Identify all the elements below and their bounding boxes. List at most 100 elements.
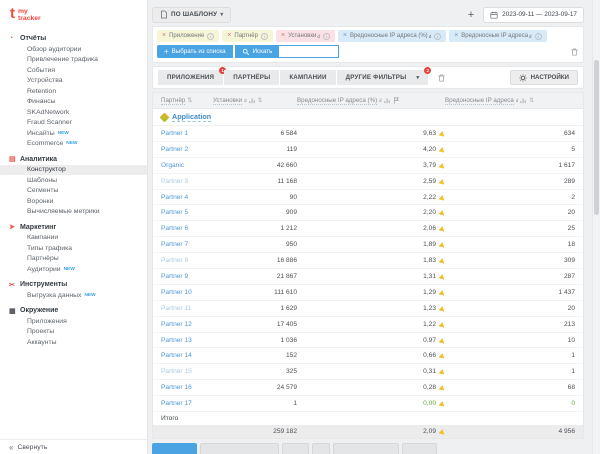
filter-chip-label: Приложение [169,33,204,39]
total-label: Итого [161,415,178,422]
sidebar-item[interactable]: Аудитории new [0,264,147,275]
partner-link[interactable]: Partner 13 [161,337,213,344]
sidebar-item[interactable]: Маркетинг [0,222,147,233]
column-header-partner[interactable]: Партнёр ⇅ [161,97,213,105]
search-button[interactable]: Искать [235,45,280,58]
partner-link[interactable]: Partner 10 [161,289,213,296]
filter-chip[interactable]: × Вредоносные IP адреса (%) d i [338,30,446,42]
sidebar-item[interactable]: Retention [0,86,147,97]
partner-link[interactable]: Partner 3 [161,178,213,185]
partner-link[interactable]: Partner 12 [161,321,213,328]
table-row: Partner 12 17 405 1,22 213 [153,317,583,333]
sidebar-item[interactable]: Воронки [0,196,147,207]
bottom-toolbar-button[interactable] [333,443,399,454]
sidebar-item[interactable]: События [0,65,147,76]
partner-link[interactable]: Partner 2 [161,146,213,153]
column-header-malicious-ip-pct[interactable]: Вредоносные IP адреса (%) d [297,97,445,105]
installs-value: 111 610 [213,289,297,296]
close-icon[interactable]: × [454,33,458,39]
close-icon[interactable]: × [281,33,285,39]
sidebar-item[interactable]: Шаблоны [0,175,147,186]
filter-tab-label: ДРУГИЕ ФИЛЬТРЫ [346,74,407,81]
filter-chip[interactable]: × Установки d i [276,30,335,42]
partner-link[interactable]: Partner 1 [161,130,213,137]
trash-icon[interactable] [570,47,579,56]
bottom-toolbar-button[interactable] [200,443,279,454]
sidebar-item[interactable]: Финансы [0,97,147,108]
collapse-sidebar-button[interactable]: « Свернуть [0,439,147,454]
malicious-ip-value: 10 [445,337,575,344]
partner-link[interactable]: Partner 14 [161,352,213,359]
main-content: ПО ШАБЛОНУ ▾ + 2023-09-11 — 2023-09-17 ×… [152,0,584,454]
bottom-toolbar-button[interactable] [282,443,309,454]
partner-link[interactable]: Partner 11 [161,305,213,312]
scrollbar-thumb[interactable] [594,60,599,215]
sidebar-item[interactable]: Проекты [0,327,147,338]
sidebar-item[interactable]: Партнёры [0,254,147,265]
close-icon[interactable]: × [227,33,231,39]
partner-link[interactable]: Partner 15 [161,368,213,375]
sidebar-item[interactable]: Инструменты [0,280,147,291]
add-widget-button[interactable]: + [468,10,474,20]
column-header-installs[interactable]: Установки d ⇅ [213,97,297,105]
partner-link[interactable]: Partner 8 [161,257,213,264]
sidebar-item[interactable]: Отчёты [0,34,147,45]
partner-link[interactable]: Organic [161,162,213,169]
sidebar-item-label: Финансы [27,98,56,105]
filter-tab[interactable]: ПРИЛОЖЕНИЯ 1 [158,70,223,85]
sidebar-item[interactable]: Окружение [0,306,147,317]
total-row: 259 182 2,09 4 956 [153,425,583,438]
filter-chip[interactable]: × Приложение i [157,30,219,42]
filter-chip[interactable]: × Вредоносные IP адреса d i [449,30,546,42]
filter-tab[interactable]: ДРУГИЕ ФИЛЬТРЫ ▾ 2 [337,70,429,85]
table-row: Partner 5 909 2,20 20 [153,205,583,221]
malicious-ip-pct-cell: 9,63 [297,130,445,137]
filter-tab[interactable]: ПАРТНЁРЫ [224,70,279,85]
bottom-toolbar-button[interactable] [152,443,197,454]
sidebar-item[interactable]: Ecommerce new [0,139,147,150]
sidebar-item[interactable]: Выгрузка данных new [0,290,147,301]
sidebar-item[interactable]: Вычисляемые метрики [0,207,147,218]
sidebar-item[interactable]: SKAdNetwork [0,107,147,118]
settings-button[interactable]: НАСТРОЙКИ [510,70,578,85]
trash-icon[interactable] [437,73,446,82]
sidebar-item-label: Аудитории [27,266,61,273]
filter-tab[interactable]: КАМПАНИИ [280,70,335,85]
search-input[interactable] [279,45,339,58]
sidebar-item[interactable]: Типы трафика [0,243,147,254]
sort-icon[interactable]: ⇅ [529,97,534,104]
sidebar-item[interactable]: Аналитика [0,154,147,165]
sidebar-item[interactable]: Обзор аудитории [0,44,147,55]
partner-link[interactable]: Partner 4 [161,194,213,201]
partner-link[interactable]: Partner 5 [161,209,213,216]
table-row: Partner 15 325 0,31 1 [153,364,583,380]
sidebar-item[interactable]: Приложения [0,316,147,327]
sidebar-item[interactable]: Привлечение трафика [0,55,147,66]
filter-chip[interactable]: × Партнёр i [222,30,273,42]
mytracker-logo[interactable]: t my tracker [0,0,147,27]
close-icon[interactable]: × [343,33,347,39]
partner-link[interactable]: Partner 9 [161,273,213,280]
bottom-toolbar-button[interactable] [312,443,330,454]
partner-link[interactable]: Partner 7 [161,241,213,248]
sort-icon[interactable]: ⇅ [187,97,192,104]
close-icon[interactable]: × [162,33,166,39]
application-group-link[interactable]: Application [172,112,211,122]
vertical-scrollbar[interactable] [592,0,600,454]
sidebar-item[interactable]: Устройства [0,76,147,87]
sidebar-item[interactable]: Аккаунты [0,337,147,348]
sidebar-item[interactable]: Сегменты [0,186,147,197]
by-template-button[interactable]: ПО ШАБЛОНУ ▾ [152,7,231,23]
sidebar-item[interactable]: Fraud Scanner [0,118,147,129]
sort-icon[interactable]: ⇅ [258,97,263,104]
sidebar-item[interactable]: Конструктор [0,165,147,176]
column-header-malicious-ip[interactable]: Вредоносные IP адреса d ⇅ [445,97,575,105]
partner-link[interactable]: Partner 17 [161,400,213,407]
partner-link[interactable]: Partner 16 [161,384,213,391]
sidebar-item[interactable]: Инсайты new [0,128,147,139]
partner-link[interactable]: Partner 6 [161,225,213,232]
date-range-picker[interactable]: 2023-09-11 — 2023-09-17 [483,7,584,23]
bottom-toolbar-button[interactable] [402,443,437,454]
sidebar-item[interactable]: Кампании [0,233,147,244]
select-from-list-button[interactable]: + Выбрать из списка [157,45,233,58]
